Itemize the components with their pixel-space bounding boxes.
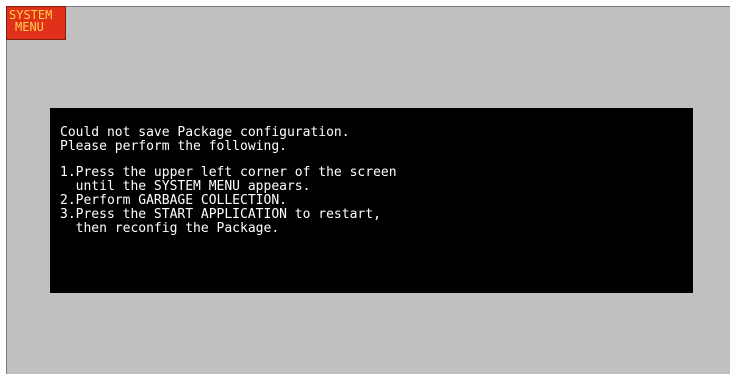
message-step-line: then reconfig the Package. xyxy=(60,221,280,236)
system-menu-label-line2: MENU xyxy=(15,20,44,34)
message-step-line: 3.Press the START APPLICATION to restart… xyxy=(60,207,381,222)
message-step-line: until the SYSTEM MENU appears. xyxy=(60,179,311,194)
message-step-line: 2.Perform GARBAGE COLLECTION. xyxy=(60,193,287,208)
message-line: Please perform the following. xyxy=(60,139,287,154)
message-step-line: 1.Press the upper left corner of the scr… xyxy=(60,165,397,180)
error-message-box: Could not save Package configuration. Pl… xyxy=(50,108,693,293)
system-menu-button[interactable]: SYSTEM MENU xyxy=(6,6,66,40)
message-line: Could not save Package configuration. xyxy=(60,125,350,140)
